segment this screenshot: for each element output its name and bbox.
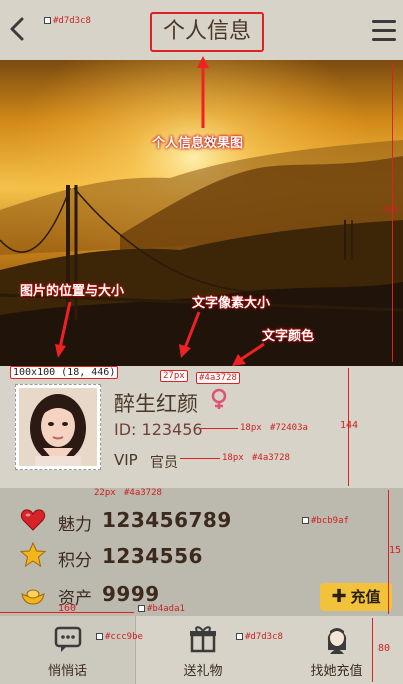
menu-icon bbox=[372, 20, 396, 41]
image-position-annotation: 图片的位置与大小 bbox=[20, 284, 125, 299]
id-spec-line bbox=[200, 428, 238, 429]
hero-height-label: 366 bbox=[382, 205, 399, 215]
profile-id: ID: 123456 bbox=[114, 420, 203, 439]
avatar-frame[interactable] bbox=[15, 384, 101, 470]
stats-panel: 魅力 123456789 积分 1234556 资产 9999 ✚ 充值 bbox=[0, 488, 403, 616]
name-size-annotation: 27px bbox=[160, 370, 188, 382]
color-swatch-icon bbox=[236, 633, 243, 640]
charm-label: 魅力 bbox=[58, 515, 92, 535]
back-chevron-icon bbox=[10, 17, 24, 41]
stats-color-annotation: #4a3728 bbox=[124, 488, 162, 498]
avatar-spec-annotation: 100x100 (18, 446) bbox=[10, 366, 119, 379]
annotation-arrow-down-icon bbox=[55, 301, 72, 358]
nav-bg-color-annotation: #d7d3c8 bbox=[236, 632, 283, 642]
vip-color-annotation: #4a3728 bbox=[252, 453, 290, 463]
text-color-annotation: 文字颜色 bbox=[262, 329, 315, 344]
stats-bg-annotation: #bcb9af bbox=[302, 516, 349, 526]
nav-gift-label: 送礼物 bbox=[183, 664, 223, 679]
points-label: 积分 bbox=[58, 551, 92, 571]
vip-level: 官员 bbox=[150, 455, 178, 471]
assets-value: 9999 bbox=[102, 582, 160, 606]
avatar-photo-image bbox=[19, 388, 97, 466]
plus-icon: ✚ bbox=[331, 586, 347, 607]
recharge-button[interactable]: ✚ 充值 bbox=[320, 583, 392, 611]
vip-spec-line bbox=[180, 458, 220, 459]
avatar-girl-icon bbox=[327, 628, 346, 654]
header-bar: 个人信息 bbox=[0, 0, 403, 60]
name-color-annotation: #4a3728 bbox=[196, 372, 240, 384]
points-value: 1234556 bbox=[102, 544, 203, 568]
profile-height-label: 144 bbox=[340, 420, 359, 431]
vip-size-annotation: 18px bbox=[222, 453, 244, 463]
text-size-annotation: 文字像素大小 bbox=[192, 296, 271, 311]
divider-color-annotation: #b4ada1 bbox=[138, 604, 185, 614]
bottom-nav: 悄悄话 送礼物 找她充值 bbox=[0, 616, 403, 684]
annotation-arrow-down-icon bbox=[232, 342, 265, 366]
nav-gift[interactable]: 送礼物 bbox=[136, 616, 270, 684]
avatar bbox=[19, 388, 97, 466]
hero-annotation: 个人信息效果图 bbox=[152, 136, 244, 151]
recharge-label: 充值 bbox=[350, 588, 381, 606]
color-swatch-icon bbox=[302, 517, 309, 524]
charm-value: 123456789 bbox=[102, 508, 232, 532]
vip-label: VIP bbox=[114, 451, 138, 469]
back-button[interactable] bbox=[6, 14, 30, 44]
color-swatch-icon bbox=[96, 633, 103, 640]
header-color-annotation: #d7d3c8 bbox=[44, 16, 91, 26]
page-title: 个人信息 bbox=[150, 12, 264, 52]
star-icon bbox=[19, 541, 47, 568]
nav-whisper-label: 悄悄话 bbox=[47, 664, 87, 679]
nav-whisper[interactable]: 悄悄话 bbox=[0, 616, 136, 684]
heart-icon bbox=[20, 507, 46, 533]
gift-icon bbox=[190, 626, 216, 653]
stats-size-annotation: 22px bbox=[94, 488, 116, 498]
annotation-arrow-up-icon bbox=[197, 56, 209, 128]
color-swatch-icon bbox=[138, 605, 145, 612]
stats-height-label: 15 bbox=[389, 545, 402, 556]
gold-ingot-icon bbox=[20, 582, 46, 608]
menu-button[interactable] bbox=[372, 20, 396, 42]
chat-bubble-icon bbox=[54, 626, 81, 652]
nav-find-recharge-label: 找她充值 bbox=[310, 664, 363, 679]
female-icon bbox=[210, 388, 228, 410]
id-size-annotation: 18px bbox=[240, 423, 262, 433]
nav-height-dimline bbox=[372, 618, 373, 682]
profile-name: 醉生红颜 bbox=[114, 392, 198, 416]
annotation-arrow-down-icon bbox=[179, 311, 201, 358]
nav-active-color-annotation: #ccc9be bbox=[96, 632, 143, 642]
nav-height-label: 80 bbox=[378, 643, 391, 654]
color-swatch-icon bbox=[44, 17, 51, 24]
id-color-annotation: #72403a bbox=[270, 423, 308, 433]
nav-width-label: 160 bbox=[58, 603, 77, 614]
